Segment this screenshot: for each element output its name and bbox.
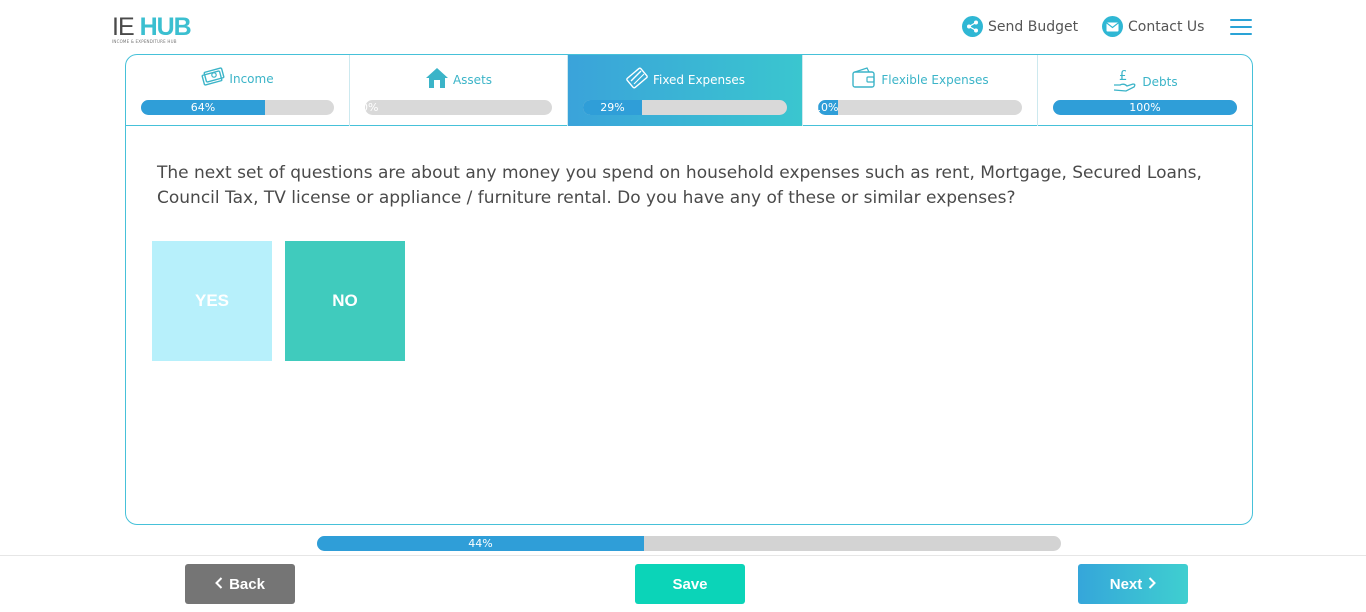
tab-flexible-expenses[interactable]: Flexible Expenses 10% [803, 55, 1038, 126]
tab-debts[interactable]: £ Debts 100% [1038, 55, 1252, 126]
money-icon [201, 67, 225, 90]
contact-us-label: Contact Us [1128, 18, 1205, 35]
debts-progress-label: 100% [1129, 101, 1161, 114]
chevron-right-icon [1148, 576, 1157, 593]
no-button[interactable]: NO [285, 241, 405, 361]
card-icon [625, 67, 649, 92]
footer-divider [0, 555, 1366, 556]
question-text: The next set of questions are about any … [157, 163, 1202, 208]
menu-icon[interactable] [1230, 19, 1252, 35]
tab-debts-label: Debts [1142, 74, 1178, 89]
share-icon [962, 16, 983, 37]
chevron-left-icon [215, 576, 223, 593]
income-progress-label: 64% [190, 101, 216, 114]
fixed-expenses-progress-bar: 29% [583, 100, 787, 115]
next-label: Next [1109, 575, 1143, 593]
house-icon [425, 67, 449, 92]
tab-assets[interactable]: Assets 0% [350, 55, 568, 126]
overall-progress-bar: 44% [317, 536, 1061, 551]
back-button[interactable]: Back [185, 564, 295, 604]
flexible-expenses-progress-label: 10% [818, 101, 839, 114]
back-label: Back [229, 575, 265, 593]
tab-flexible-expenses-label: Flexible Expenses [881, 72, 989, 87]
overall-progress-label: 44% [468, 537, 493, 550]
tab-fixed-expenses-label: Fixed Expenses [652, 72, 746, 87]
svg-text:£: £ [1119, 69, 1127, 84]
debts-progress-bar: 100% [1053, 100, 1237, 115]
logo-ie: IE [112, 13, 135, 41]
logo[interactable]: IE HUB INCOME & EXPENDITURE HUB [112, 13, 192, 44]
flexible-expenses-progress-bar: 10% [818, 100, 1022, 115]
tab-income[interactable]: Income 64% [126, 55, 350, 126]
pound-hand-icon: £ [1112, 67, 1138, 96]
tab-assets-label: Assets [452, 72, 493, 87]
logo-hub: HUB [139, 13, 192, 41]
contact-us-link[interactable]: Contact Us [1102, 16, 1204, 37]
next-button[interactable]: Next [1078, 564, 1188, 604]
budget-panel: Income 64% Assets 0% [125, 54, 1253, 525]
assets-progress-label: 0% [365, 101, 379, 114]
income-progress-bar: 64% [141, 100, 334, 115]
fixed-expenses-progress-label: 29% [600, 101, 625, 114]
send-budget-label: Send Budget [988, 18, 1079, 35]
mail-icon [1102, 16, 1123, 37]
save-label: Save [672, 575, 708, 593]
assets-progress-bar: 0% [365, 100, 552, 115]
tab-income-label: Income [229, 71, 274, 86]
section-tabs: Income 64% Assets 0% [126, 55, 1252, 126]
wallet-icon [851, 67, 877, 92]
send-budget-link[interactable]: Send Budget [962, 16, 1078, 37]
tab-fixed-expenses[interactable]: Fixed Expenses 29% [568, 55, 803, 126]
save-button[interactable]: Save [635, 564, 745, 604]
yes-button[interactable]: YES [152, 241, 272, 361]
header: IE HUB INCOME & EXPENDITURE HUB Send Bud… [0, 0, 1366, 54]
